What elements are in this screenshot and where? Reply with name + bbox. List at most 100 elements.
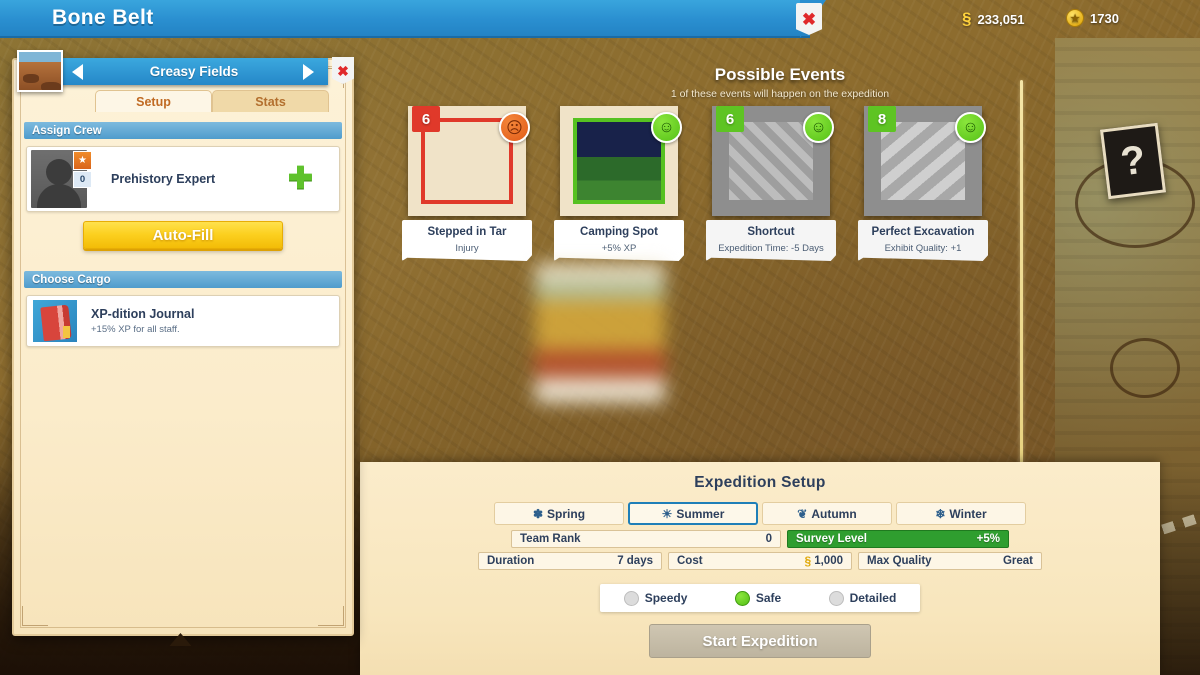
panel-tabs: Setup Stats — [95, 90, 329, 112]
rank-badge-icon: ★ — [73, 151, 92, 170]
event-card-frame: 8 ☺ — [864, 106, 986, 216]
event-card-label: Camping Spot +5% XP — [554, 220, 684, 261]
happy-face-icon: ☺ — [651, 112, 682, 143]
event-name: Stepped in Tar — [427, 226, 507, 238]
radio-icon — [623, 590, 639, 606]
blurred-background-card — [535, 263, 665, 403]
tab-stats[interactable]: Stats — [212, 90, 329, 112]
possible-events-section: Possible Events 1 of these events will h… — [360, 48, 1200, 478]
chevron-right-icon[interactable] — [303, 63, 314, 80]
crew-role-label: Prehistory Expert — [111, 172, 216, 186]
event-card-label: Stepped in Tar Injury — [402, 220, 532, 261]
duration-bar: Duration 7 days — [478, 552, 662, 570]
unknown-site-icon[interactable]: ? — [1099, 122, 1167, 200]
region-name: Greasy Fields — [149, 64, 239, 79]
season-label: Spring — [547, 506, 586, 521]
snowflake-icon: ❄ — [935, 506, 946, 521]
team-rank-bar: Team Rank 0 — [511, 530, 781, 548]
tab-setup[interactable]: Setup — [95, 90, 212, 112]
speed-option-safe[interactable]: Safe — [734, 590, 782, 606]
bookmark-shape — [63, 326, 70, 338]
close-x-icon: ✖ — [801, 9, 817, 29]
journal-book-icon — [31, 298, 79, 344]
plus-icon[interactable]: ✚ — [288, 164, 313, 194]
tab-stats-label: Stats — [255, 94, 286, 109]
cargo-text-block: XP-dition Journal +15% XP for all staff. — [91, 307, 194, 335]
speed-option-detailed[interactable]: Detailed — [828, 590, 897, 606]
start-expedition-label: Start Expedition — [702, 632, 818, 650]
tab-setup-label: Setup — [136, 94, 171, 109]
chevron-left-icon[interactable] — [72, 63, 83, 80]
season-label: Winter — [949, 506, 987, 521]
cash-display: § 233,051 — [962, 9, 1024, 29]
season-label: Summer — [676, 506, 725, 521]
team-rank-label: Team Rank — [520, 533, 581, 545]
left-panel-body: Assign Crew ★ 0 Prehistory Expert ✚ Auto… — [14, 122, 352, 347]
event-card[interactable]: 6 ☹ Stepped in Tar Injury — [402, 106, 532, 261]
region-selector: Greasy Fields — [60, 58, 328, 85]
season-option-autumn[interactable]: ❦ Autumn — [762, 502, 892, 525]
choose-cargo-label: Choose Cargo — [32, 273, 111, 286]
stat-row-secondary: Duration 7 days Cost § 1,000 Max Quality… — [360, 552, 1160, 570]
event-chance-badge: 6 — [412, 106, 440, 132]
event-card-label: Shortcut Expedition Time: -5 Days — [706, 220, 836, 261]
season-option-summer[interactable]: ☀ Summer — [628, 502, 758, 525]
cash-value: 233,051 — [977, 11, 1025, 27]
event-effect: Exhibit Quality: +1 — [884, 243, 962, 254]
close-region-button[interactable]: ✖ — [332, 57, 354, 84]
possible-events-title: Possible Events — [714, 65, 846, 84]
event-chance-badge: 8 — [868, 106, 896, 132]
speed-option-speedy[interactable]: Speedy — [623, 590, 688, 606]
crew-slot[interactable]: ★ 0 Prehistory Expert ✚ — [26, 146, 340, 212]
event-card[interactable]: ☺ Camping Spot +5% XP — [554, 106, 684, 261]
season-option-winter[interactable]: ❄ Winter — [896, 502, 1026, 525]
speed-label: Speedy — [644, 591, 688, 605]
panel-corner — [22, 606, 48, 626]
survey-level-value: +5% — [976, 533, 1000, 545]
stat-row-primary: Team Rank 0 Survey Level +5% — [360, 530, 1160, 548]
event-effect: Expedition Time: -5 Days — [718, 243, 824, 254]
cost-bar: Cost § 1,000 — [668, 552, 852, 570]
event-effect: Injury — [455, 243, 479, 254]
assign-crew-header: Assign Crew — [24, 122, 342, 139]
expedition-setup-panel: Expedition Setup ✽ Spring ☀ Summer ❦ Aut… — [360, 462, 1160, 675]
close-window-button[interactable]: ✖ — [796, 3, 822, 35]
team-rank-value: 0 — [765, 533, 772, 545]
event-card[interactable]: 6 ☺ Shortcut Expedition Time: -5 Days — [706, 106, 836, 261]
speed-label: Safe — [755, 591, 782, 605]
avatar-head — [46, 159, 72, 185]
event-chance-badge — [564, 106, 592, 132]
season-option-spring[interactable]: ✽ Spring — [494, 502, 624, 525]
cargo-name: XP-dition Journal — [91, 307, 195, 321]
cargo-description: +15% XP for all staff. — [91, 324, 180, 335]
thumb-rock — [41, 82, 61, 90]
event-effect: +5% XP — [601, 243, 637, 254]
expedition-speed-selector: Speedy Safe Detailed — [600, 584, 920, 612]
speed-label: Detailed — [849, 591, 897, 605]
max-quality-value: Great — [1002, 555, 1033, 567]
start-expedition-button[interactable]: Start Expedition — [649, 624, 871, 658]
level-badge: 0 — [73, 171, 92, 188]
event-name: Camping Spot — [580, 226, 658, 238]
season-selector: ✽ Spring ☀ Summer ❦ Autumn ❄ Winter — [360, 502, 1160, 525]
coin-icon: ★ — [1066, 9, 1084, 27]
sun-icon: ☀ — [661, 506, 673, 521]
event-card[interactable]: 8 ☺ Perfect Excavation Exhibit Quality: … — [858, 106, 988, 261]
coin-value: 1730 — [1090, 10, 1119, 26]
cargo-slot[interactable]: XP-dition Journal +15% XP for all staff. — [26, 295, 340, 347]
auto-fill-label: Auto-Fill — [152, 226, 214, 244]
survey-level-label: Survey Level — [796, 533, 867, 545]
events-scrollbar[interactable] — [1020, 80, 1023, 478]
event-chance-badge: 6 — [716, 106, 744, 132]
panel-corner — [318, 606, 344, 626]
cost-value-group: § 1,000 — [805, 554, 843, 568]
cash-icon: § — [962, 9, 972, 28]
happy-face-icon: ☺ — [803, 112, 834, 143]
duration-label: Duration — [487, 555, 535, 567]
leaf-icon: ❦ — [797, 506, 808, 521]
choose-cargo-header: Choose Cargo — [24, 271, 342, 288]
auto-fill-button[interactable]: Auto-Fill — [83, 221, 283, 249]
survey-level-bar: Survey Level +5% — [787, 530, 1009, 548]
assign-crew-label: Assign Crew — [32, 124, 102, 137]
possible-events-subtitle: 1 of these events will happen on the exp… — [670, 88, 890, 100]
